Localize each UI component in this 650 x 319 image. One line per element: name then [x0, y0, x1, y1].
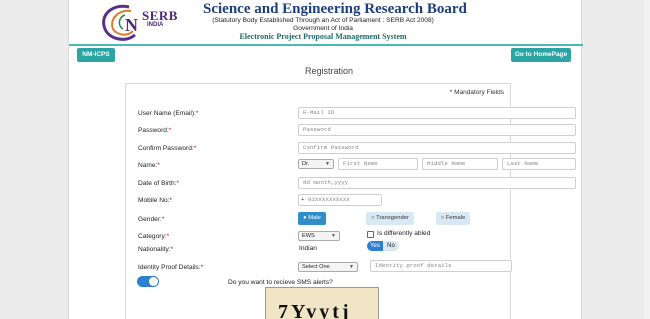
gender-male-button[interactable]: ● Male — [298, 212, 326, 225]
required-star: * — [166, 233, 170, 240]
required-star: * — [161, 216, 165, 223]
identity-input[interactable]: Identity proof details — [370, 260, 512, 272]
required-star: * — [168, 127, 172, 134]
registration-form: * Mandatory Fields User Name (Email):* E… — [125, 83, 576, 319]
differently-abled-label: Is differently abled — [377, 230, 431, 237]
chevron-down-icon: ▼ — [349, 264, 354, 270]
identity-select-value: Select One — [302, 264, 330, 270]
mobile-label: Mobile No:* — [138, 197, 172, 204]
chevron-down-icon: ▼ — [325, 161, 330, 167]
differently-abled-checkbox[interactable] — [367, 231, 374, 238]
mandatory-note: * Mandatory Fields — [449, 89, 504, 96]
identity-label: Identity Proof Details:* — [138, 264, 203, 271]
go-to-homepage-button[interactable]: Go to HomePage — [511, 48, 571, 62]
captcha-text: 7Yvytj — [278, 301, 352, 319]
captcha-graphic: 7Yvytj — [278, 301, 352, 319]
required-star: * — [169, 197, 173, 204]
required-star: * — [195, 110, 199, 117]
logo-letter: N — [125, 15, 138, 35]
last-name-input[interactable]: Last Name — [502, 158, 576, 170]
sms-label: Do you want to recieve SMS alerts? — [228, 279, 333, 286]
confirm-label-text: Confirm Password: — [138, 145, 194, 152]
mobile-label-text: Mobile No: — [138, 197, 170, 204]
nationality-yes-toggle[interactable]: Yes — [367, 241, 383, 251]
required-star: * — [176, 180, 180, 187]
salutation-value: Dr. — [302, 161, 310, 167]
site-subtitle: (Statutory Body Established Through an A… — [212, 17, 434, 24]
scrollbar[interactable] — [644, 0, 650, 319]
confirm-password-input[interactable]: Confirm Password — [298, 142, 576, 154]
gender-female-label: Female — [445, 215, 466, 221]
site-title: Science and Engineering Research Board — [203, 1, 467, 17]
nm-icps-button[interactable]: NM-ICPS — [77, 48, 115, 62]
first-name-input[interactable]: First Name — [338, 158, 418, 170]
required-star: * — [200, 264, 204, 271]
dob-label-text: Date of Birth: — [138, 180, 177, 187]
password-label: Password:* — [138, 127, 171, 134]
middle-name-input[interactable]: Middle Name — [422, 158, 498, 170]
header-divider — [69, 44, 583, 46]
gender-transgender-label: Transgender — [376, 215, 409, 221]
password-label-text: Password: — [138, 127, 169, 134]
dob-input[interactable]: dd month,yyyy — [298, 177, 576, 189]
page-title: Registration — [304, 66, 354, 76]
gender-transgender-button[interactable]: ○ Transgender — [366, 212, 414, 225]
serb-logo[interactable]: N SERB INDIA — [95, 1, 177, 45]
required-star: * — [193, 145, 197, 152]
username-label: User Name (Email):* — [138, 110, 198, 117]
category-value: EWS — [302, 233, 315, 239]
gender-label-text: Gender: — [138, 216, 162, 223]
nationality-value: Indian — [299, 245, 317, 252]
password-input[interactable]: Password — [298, 124, 576, 136]
sms-alert-toggle[interactable] — [137, 276, 159, 287]
logo-india: INDIA — [147, 22, 164, 28]
salutation-select[interactable]: Dr. ▼ — [298, 159, 334, 169]
identity-label-text: Identity Proof Details: — [138, 264, 201, 271]
category-label-text: Category: — [138, 233, 167, 240]
name-label: Name:* — [138, 162, 160, 169]
required-star: * — [157, 162, 160, 169]
category-select[interactable]: EWS ▼ — [298, 231, 340, 241]
nationality-no-toggle[interactable]: No — [383, 241, 399, 251]
chevron-down-icon: ▼ — [331, 233, 336, 239]
username-input[interactable]: E-Mail ID — [298, 107, 576, 119]
mobile-input[interactable]: + 91XXXXXXXXXX — [298, 194, 382, 206]
page-container: N SERB INDIA Science and Engineering Res… — [68, 0, 583, 319]
site-header: N SERB INDIA Science and Engineering Res… — [69, 0, 583, 46]
confirm-password-label: Confirm Password:* — [138, 145, 196, 152]
mobile-prefix: + — [301, 196, 305, 203]
required-star: * — [170, 246, 174, 253]
mobile-placeholder: 91XXXXXXXXXX — [307, 196, 350, 203]
system-name: Electronic Project Proposal Management S… — [239, 32, 407, 41]
nationality-label-text: Nationality: — [138, 246, 171, 253]
category-label: Category:* — [138, 233, 169, 240]
name-label-text: Name: — [138, 162, 158, 169]
gender-male-label: Male — [308, 215, 321, 221]
gender-label: Gender:* — [138, 216, 164, 223]
username-label-text: User Name (Email): — [138, 110, 196, 117]
toggle-knob — [149, 277, 158, 286]
gender-female-button[interactable]: ○ Female — [436, 212, 470, 225]
captcha-image: 7Yvytj — [265, 287, 379, 319]
nationality-label: Nationality:* — [138, 246, 173, 253]
gov-line: Government of India — [293, 25, 353, 32]
dob-label: Date of Birth:* — [138, 180, 179, 187]
identity-select[interactable]: Select One ▼ — [298, 262, 358, 272]
